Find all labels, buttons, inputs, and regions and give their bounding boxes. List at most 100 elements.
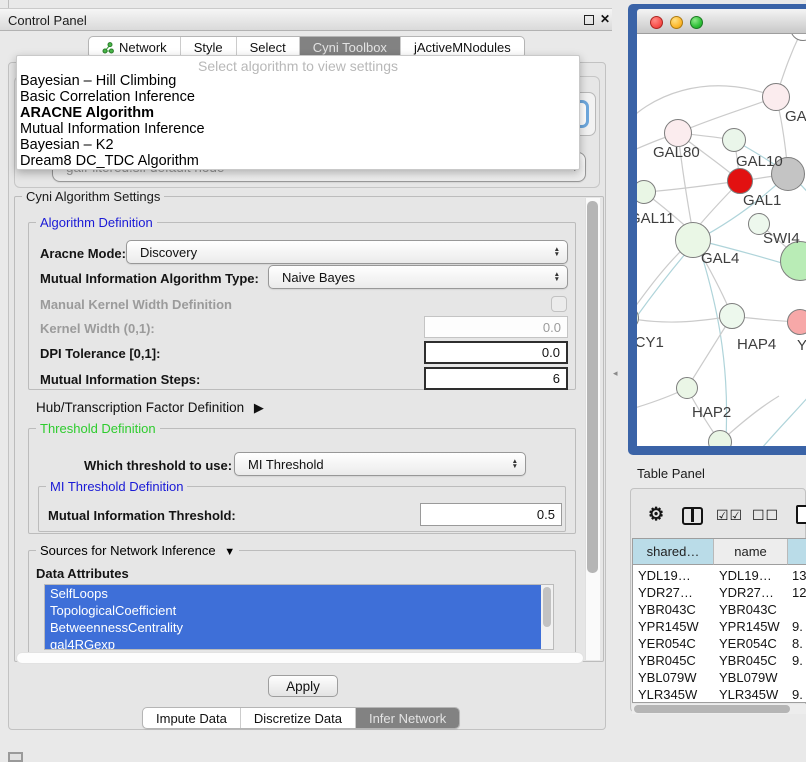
table-cell[interactable]: YDR27… <box>719 585 787 600</box>
float-panel-icon[interactable] <box>584 15 594 25</box>
hub-definition-expander[interactable]: Hub/Transcription Factor Definition ▶ <box>36 400 264 416</box>
list-item[interactable]: SelfLoops <box>45 585 541 602</box>
combo-stepper-icon: ▲▼ <box>512 459 518 469</box>
select-columns-icon[interactable]: ☑☑ <box>716 507 743 524</box>
mi-algorithm-type-combo[interactable]: Naive Bayes ▲▼ <box>268 265 568 289</box>
algorithm-option[interactable]: Bayesian – K2 <box>17 137 579 153</box>
table-cell[interactable]: 8. <box>792 636 806 651</box>
list-item[interactable]: BetweennessCentrality <box>45 619 541 636</box>
algorithm-option-selected[interactable]: ARACNE Algorithm <box>17 105 579 121</box>
table-cell[interactable]: YBR045C <box>719 653 787 668</box>
network-window-titlebar[interactable] <box>637 9 806 34</box>
column-header-partial[interactable] <box>788 539 806 565</box>
table-cell[interactable]: YBL079W <box>638 670 712 685</box>
cyni-algorithm-settings-title: Cyni Algorithm Settings <box>22 189 164 204</box>
split-view-icon[interactable] <box>682 507 703 525</box>
tab-select-label: Select <box>250 40 286 55</box>
table-cell[interactable]: YIL052C <box>638 700 712 703</box>
table-cell[interactable]: YPR145W <box>638 619 712 634</box>
aracne-mode-combo[interactable]: Discovery ▲▼ <box>126 240 568 264</box>
algorithm-option[interactable]: Mutual Information Inference <box>17 121 579 137</box>
node-label: GAL80 <box>653 144 700 161</box>
node-label: GAL <box>785 108 806 125</box>
function-builder-icon[interactable] <box>796 505 806 524</box>
kernel-width-field[interactable]: 0.0 <box>424 316 568 338</box>
column-header-shared-name[interactable]: shared… <box>633 539 714 565</box>
sources-title: Sources for Network Inference <box>40 543 216 558</box>
list-scrollbar-thumb[interactable] <box>543 587 551 627</box>
mi-threshold-field[interactable]: 0.5 <box>420 503 562 526</box>
expand-right-icon: ▶ <box>254 400 264 415</box>
column-header-name[interactable]: name <box>714 539 788 565</box>
aracne-mode-value: Discovery <box>140 245 197 260</box>
zoom-window-button[interactable] <box>690 16 703 29</box>
apply-button[interactable]: Apply <box>268 675 338 697</box>
network-node[interactable] <box>787 309 806 335</box>
tab-infer-network[interactable]: Infer Network <box>356 708 459 728</box>
list-item[interactable]: gal4RGexp <box>45 636 541 650</box>
table-cell[interactable]: YIL052C <box>719 700 787 703</box>
close-panel-icon[interactable]: ✕ <box>600 12 610 26</box>
minimize-window-button[interactable] <box>670 16 683 29</box>
table-cell[interactable]: 9. <box>792 619 806 634</box>
tab-discretize-data[interactable]: Discretize Data <box>241 708 356 728</box>
network-node[interactable] <box>722 128 746 152</box>
kernel-width-value: 0.0 <box>543 320 561 335</box>
tab-impute-data[interactable]: Impute Data <box>143 708 241 728</box>
tab-jactivemnodules-label: jActiveMNodules <box>414 40 511 55</box>
tab-style-label: Style <box>194 40 223 55</box>
network-node[interactable] <box>664 119 692 147</box>
network-node[interactable] <box>676 377 698 399</box>
network-node[interactable] <box>762 83 790 111</box>
table-cell[interactable]: 13 <box>792 568 806 583</box>
sources-title-row[interactable]: Sources for Network Inference ▼ <box>36 543 239 558</box>
table-cell[interactable]: 9 <box>792 700 806 703</box>
table-cell[interactable]: YBL079W <box>719 670 787 685</box>
which-threshold-combo[interactable]: MI Threshold ▲▼ <box>234 452 526 476</box>
settings-scrollbar-thumb[interactable] <box>587 201 598 573</box>
table-cell[interactable]: YBR043C <box>638 602 712 617</box>
gear-icon[interactable]: ⚙ <box>648 504 664 525</box>
combo-stepper-icon: ▲▼ <box>554 272 560 282</box>
node-label: HAP2 <box>692 404 731 421</box>
mi-threshold-definition-title: MI Threshold Definition <box>46 479 187 494</box>
close-window-button[interactable] <box>650 16 663 29</box>
network-canvas[interactable]: GAL GAL80 GAL10 GAL1 GAL11 GAL4 SWI4 GCY… <box>637 34 806 446</box>
list-item[interactable]: TopologicalCoefficient <box>45 602 541 619</box>
table-cell[interactable]: YBR045C <box>638 653 712 668</box>
table-cell[interactable]: YDL19… <box>638 568 712 583</box>
bottom-left-partial-icon[interactable] <box>8 752 23 762</box>
mi-steps-label: Mutual Information Steps: <box>40 372 200 387</box>
table-cell[interactable]: YBR043C <box>719 602 787 617</box>
table-cell[interactable]: YER054C <box>719 636 787 651</box>
algorithm-option[interactable]: Bayesian – Hill Climbing <box>17 73 579 89</box>
control-panel-titlebar: Control Panel ✕ <box>0 8 612 31</box>
algorithm-option[interactable]: Basic Correlation Inference <box>17 89 579 105</box>
table-cell[interactable]: YER054C <box>638 636 712 651</box>
network-node[interactable] <box>719 303 745 329</box>
mi-steps-field[interactable]: 6 <box>424 367 568 390</box>
dpi-tolerance-field[interactable]: 0.0 <box>424 341 568 364</box>
data-attributes-list: SelfLoops TopologicalCoefficient Between… <box>44 584 554 650</box>
deselect-columns-icon[interactable]: ☐☐ <box>752 507 779 524</box>
network-node[interactable] <box>727 168 753 194</box>
table-cell[interactable]: 9. <box>792 653 806 668</box>
settings-hscrollbar-track[interactable] <box>16 652 584 664</box>
table-cell[interactable]: YDR27… <box>638 585 712 600</box>
apply-button-label: Apply <box>286 679 320 694</box>
hub-definition-label: Hub/Transcription Factor Definition <box>36 400 244 415</box>
split-pane-handle[interactable]: ◂ <box>613 368 618 379</box>
data-attributes-label: Data Attributes <box>36 566 129 581</box>
table-cell[interactable]: 12 <box>792 585 806 600</box>
node-label: GAL1 <box>743 192 781 209</box>
tab-infer-network-label: Infer Network <box>369 711 446 726</box>
manual-kernel-width-checkbox[interactable] <box>551 296 567 312</box>
table-cell[interactable]: YDL19… <box>719 568 787 583</box>
column-header-label: name <box>734 544 767 559</box>
network-view-window[interactable]: GAL GAL80 GAL10 GAL1 GAL11 GAL4 SWI4 GCY… <box>628 4 806 455</box>
table-hscrollbar-thumb[interactable] <box>634 705 790 713</box>
top-strip-divider <box>8 0 9 8</box>
algorithm-option[interactable]: Dream8 DC_TDC Algorithm <box>17 153 579 169</box>
table-cell[interactable]: YPR145W <box>719 619 787 634</box>
node-table: shared… name YDL19… YDL19… 13 YDR27… YDR… <box>632 538 806 703</box>
